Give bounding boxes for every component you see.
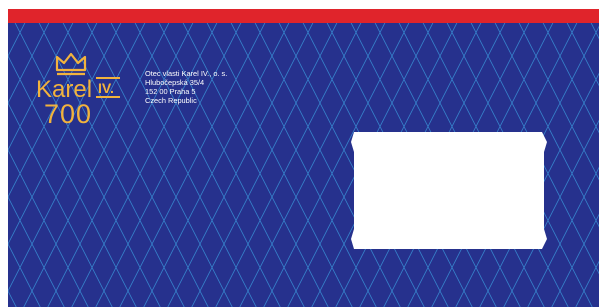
address-window — [351, 132, 547, 249]
crown-icon — [55, 52, 87, 76]
logo-numeral-box: IV. — [96, 77, 120, 98]
sender-line-country: Czech Republic — [145, 95, 197, 105]
karel-iv-700-logo: Karel IV. 700 — [36, 52, 120, 129]
logo-700-text: 700 — [44, 99, 92, 129]
sender-address: Otec vlasti Karel IV., o. s. Hlubočepská… — [145, 69, 227, 106]
logo-numeral-text: IV. — [98, 80, 114, 96]
envelope: Karel IV. 700 Otec vlasti Karel IV., o. … — [8, 9, 599, 307]
red-top-stripe — [8, 9, 599, 23]
